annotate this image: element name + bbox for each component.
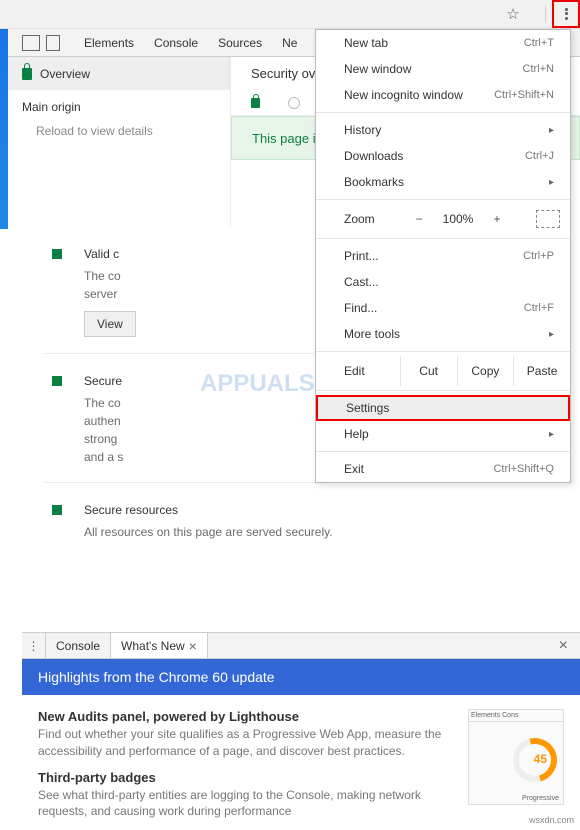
status-square-icon [52,249,62,259]
gauge-value: 45 [534,752,547,766]
device-toggle-icon[interactable] [46,35,60,51]
drawer-tabstrip: ⋮ Console What's New× × [22,633,580,659]
whatsnew-thumbnail: Elements Cons 45 Progressive [468,709,564,805]
status-square-icon [52,376,62,386]
close-tab-icon[interactable]: × [189,638,197,654]
menu-zoom-row: Zoom − 100% + [316,204,570,234]
tab-elements[interactable]: Elements [74,29,144,57]
tab-more-cut[interactable]: Ne [272,29,307,57]
menu-help[interactable]: Help [316,421,570,447]
menu-separator [316,351,570,352]
menu-more-tools[interactable]: More tools [316,321,570,347]
reload-hint[interactable]: Reload to view details [0,114,230,138]
menu-separator [316,451,570,452]
drawer-menu-icon[interactable]: ⋮ [22,633,46,658]
page-accent [0,29,8,229]
menu-separator [316,112,570,113]
tab-sources[interactable]: Sources [208,29,272,57]
drawer-body: New Audits panel, powered by Lighthouse … [22,695,580,830]
wn-p1: Find out whether your site qualifies as … [38,726,454,760]
menu-settings[interactable]: Settings [316,395,570,421]
toolbar-separator [545,5,546,23]
whatsnew-text: New Audits panel, powered by Lighthouse … [38,709,454,830]
menu-downloads[interactable]: DownloadsCtrl+J [316,143,570,169]
menu-cast[interactable]: Cast... [316,269,570,295]
menu-separator [316,390,570,391]
security-left-pane: Overview Main origin Reload to view deta… [0,57,230,227]
whatsnew-headline: Highlights from the Chrome 60 update [22,659,580,695]
wn-h1: New Audits panel, powered by Lighthouse [38,709,454,724]
menu-exit[interactable]: ExitCtrl+Shift+Q [316,456,570,482]
block-title: Secure resources [84,501,556,519]
menu-history[interactable]: History [316,117,570,143]
menu-print[interactable]: Print...Ctrl+P [316,243,570,269]
main-origin-label: Main origin [0,90,230,114]
inspect-icon[interactable] [22,35,40,51]
status-square-icon [52,505,62,515]
menu-new-window[interactable]: New windowCtrl+N [316,56,570,82]
menu-bookmarks[interactable]: Bookmarks [316,169,570,195]
tab-console[interactable]: Console [144,29,208,57]
info-icon [288,97,300,109]
overview-label: Overview [40,67,90,81]
browser-toolbar: ☆ [0,0,580,29]
zoom-label: Zoom [344,212,404,226]
zoom-out-button[interactable]: − [404,212,434,226]
wn-p2: See what third-party entities are loggin… [38,787,454,821]
drawer-close-button[interactable]: × [547,637,580,655]
edit-copy[interactable]: Copy [458,356,515,386]
zoom-value: 100% [434,212,482,226]
view-certificate-button[interactable]: View [84,311,136,337]
edit-cut[interactable]: Cut [401,356,458,386]
menu-separator [316,199,570,200]
fullscreen-icon[interactable] [536,210,560,228]
menu-find[interactable]: Find...Ctrl+F [316,295,570,321]
overview-row[interactable]: Overview [0,57,230,90]
edit-paste[interactable]: Paste [514,356,570,386]
bookmark-star-icon[interactable]: ☆ [499,0,527,28]
menu-edit-row: Edit Cut Copy Paste [316,356,570,386]
mini-lock-icon [251,98,260,108]
thumb-caption: Progressive [522,795,559,802]
block-desc: All resources on this page are served se… [84,523,556,541]
zoom-in-button[interactable]: + [482,212,512,226]
security-block-resources: Secure resources All resources on this p… [44,483,556,557]
edit-label: Edit [316,356,401,386]
chrome-context-menu: New tabCtrl+T New windowCtrl+N New incog… [315,29,571,483]
menu-separator [316,238,570,239]
menu-new-tab[interactable]: New tabCtrl+T [316,30,570,56]
vertical-dots-icon [559,7,573,21]
lock-icon [22,68,32,80]
thumb-tabs: Elements Cons [469,710,563,722]
drawer-tab-whatsnew[interactable]: What's New× [111,633,208,658]
image-credit: wsxdn.com [529,815,574,825]
chrome-menu-button[interactable] [552,0,580,28]
drawer-tab-console[interactable]: Console [46,633,111,658]
menu-incognito[interactable]: New incognito windowCtrl+Shift+N [316,82,570,108]
devtools-drawer: ⋮ Console What's New× × Highlights from … [22,632,580,830]
wn-h2: Third-party badges [38,770,454,785]
